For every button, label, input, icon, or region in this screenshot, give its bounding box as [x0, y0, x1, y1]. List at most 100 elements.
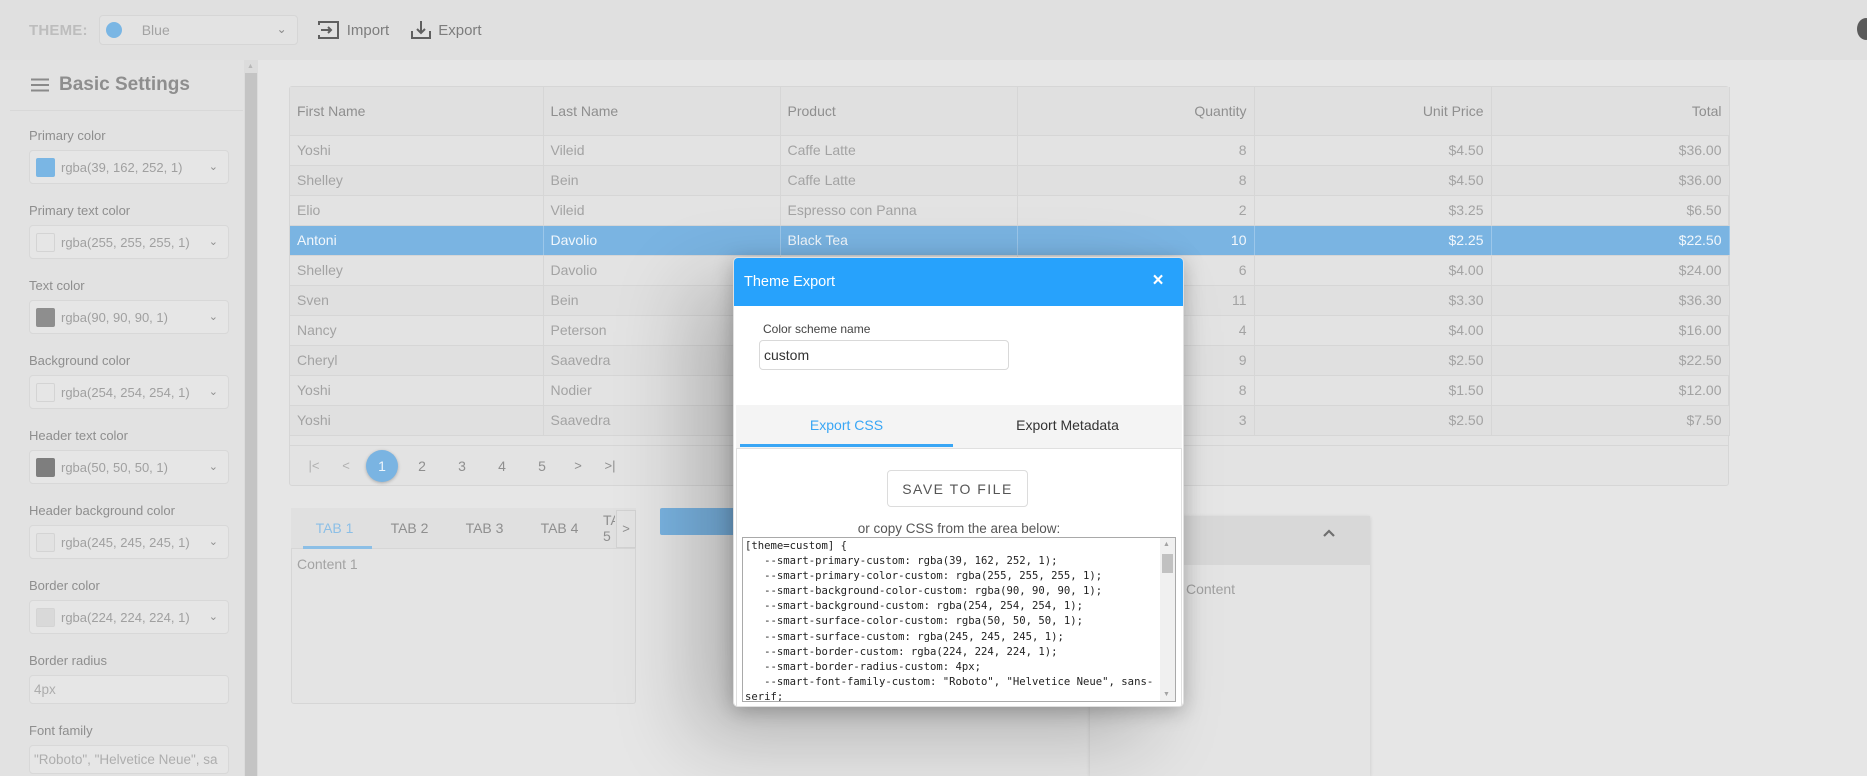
- column-header-first-name[interactable]: First Name: [290, 87, 544, 136]
- cell-first-name[interactable]: Nancy: [290, 315, 544, 346]
- cell-quantity[interactable]: 8: [1017, 135, 1255, 166]
- cell-total[interactable]: $36.00: [1491, 165, 1730, 196]
- cell-first-name[interactable]: Elio: [290, 195, 544, 226]
- cell-total[interactable]: $12.00: [1491, 375, 1730, 406]
- cell-quantity[interactable]: 8: [1017, 165, 1255, 196]
- color-value: rgba(254, 254, 254, 1): [61, 384, 190, 400]
- font-family-input[interactable]: "Roboto", "Helvetice Neue", sa: [29, 745, 229, 774]
- cell-quantity[interactable]: 2: [1017, 195, 1255, 226]
- tab-3[interactable]: TAB 3: [447, 508, 522, 548]
- cell-unit-price[interactable]: $2.50: [1254, 345, 1492, 376]
- page-button-4[interactable]: 4: [482, 458, 522, 474]
- cell-total[interactable]: $6.50: [1491, 195, 1730, 226]
- cell-product[interactable]: Espresso con Panna: [780, 195, 1018, 226]
- scroll-up-arrow-icon[interactable]: ▲: [247, 63, 254, 70]
- color-picker-dropdown[interactable]: rgba(255, 255, 255, 1) ⌄: [29, 225, 229, 259]
- cell-unit-price[interactable]: $4.00: [1254, 315, 1492, 346]
- cell-total[interactable]: $36.00: [1491, 135, 1730, 166]
- color-picker-dropdown[interactable]: rgba(224, 224, 224, 1) ⌄: [29, 600, 229, 634]
- next-page-button[interactable]: >: [562, 458, 594, 473]
- close-icon[interactable]: ×: [1149, 271, 1167, 290]
- color-picker-dropdown[interactable]: rgba(39, 162, 252, 1) ⌄: [29, 150, 229, 184]
- tab-export-css[interactable]: Export CSS: [740, 405, 953, 448]
- cell-first-name[interactable]: Shelley: [290, 165, 544, 196]
- css-textarea[interactable]: [theme=custom] { --smart-primary-custom:…: [742, 537, 1176, 702]
- prev-page-button[interactable]: <: [330, 458, 362, 473]
- import-button[interactable]: Import: [317, 21, 389, 39]
- column-header-total[interactable]: Total: [1491, 87, 1730, 136]
- tab-scroll-right-button[interactable]: >: [616, 510, 636, 548]
- cell-total[interactable]: $24.00: [1491, 255, 1730, 286]
- expander-content-text: Content: [1186, 581, 1236, 597]
- hamburger-menu-icon[interactable]: [31, 78, 49, 92]
- cell-quantity[interactable]: 10: [1017, 225, 1255, 256]
- table-row[interactable]: Shelley Bein Caffe Latte 8 $4.50 $36.00: [290, 165, 1730, 196]
- cell-product[interactable]: Caffe Latte: [780, 165, 1018, 196]
- table-row[interactable]: Antoni Davolio Black Tea 10 $2.25 $22.50: [290, 225, 1730, 256]
- cell-unit-price[interactable]: $3.25: [1254, 195, 1492, 226]
- scrollbar-thumb[interactable]: [1162, 554, 1173, 573]
- field-label: Text color: [29, 278, 85, 293]
- cell-total[interactable]: $36.30: [1491, 285, 1730, 316]
- color-scheme-name-input[interactable]: [759, 340, 1009, 370]
- last-page-button[interactable]: >|: [594, 458, 626, 473]
- page-button-1[interactable]: 1: [366, 449, 398, 482]
- export-button[interactable]: Export: [411, 20, 482, 40]
- cell-unit-price[interactable]: $4.00: [1254, 255, 1492, 286]
- color-picker-dropdown[interactable]: rgba(90, 90, 90, 1) ⌄: [29, 300, 229, 334]
- table-row[interactable]: Elio Vileid Espresso con Panna 2 $3.25 $6.50: [290, 195, 1730, 226]
- cell-unit-price[interactable]: $4.50: [1254, 135, 1492, 166]
- cell-first-name[interactable]: Cheryl: [290, 345, 544, 376]
- color-picker-dropdown[interactable]: rgba(254, 254, 254, 1) ⌄: [29, 375, 229, 409]
- cell-first-name[interactable]: Yoshi: [290, 375, 544, 406]
- tab-export-metadata[interactable]: Export Metadata: [961, 405, 1174, 448]
- cell-product[interactable]: Caffe Latte: [780, 135, 1018, 166]
- column-header-quantity[interactable]: Quantity: [1017, 87, 1255, 136]
- color-value: rgba(50, 50, 50, 1): [61, 459, 168, 475]
- cell-last-name[interactable]: Vileid: [543, 195, 781, 226]
- tab-4[interactable]: TAB 4: [522, 508, 597, 548]
- tab-5[interactable]: TAB 5: [603, 512, 615, 544]
- page-button-2[interactable]: 2: [402, 458, 442, 474]
- color-picker-dropdown[interactable]: rgba(50, 50, 50, 1) ⌄: [29, 450, 229, 484]
- theme-dropdown[interactable]: Blue ⌄: [98, 15, 298, 45]
- cell-last-name[interactable]: Bein: [543, 165, 781, 196]
- cell-unit-price[interactable]: $2.50: [1254, 405, 1492, 436]
- cell-last-name[interactable]: Davolio: [543, 225, 781, 256]
- cell-first-name[interactable]: Shelley: [290, 255, 544, 286]
- page-button-3[interactable]: 3: [442, 458, 482, 474]
- cell-total[interactable]: $22.50: [1491, 345, 1730, 376]
- column-header-unit-price[interactable]: Unit Price: [1254, 87, 1492, 136]
- cell-last-name[interactable]: Vileid: [543, 135, 781, 166]
- cell-unit-price[interactable]: $1.50: [1254, 375, 1492, 406]
- cell-first-name[interactable]: Yoshi: [290, 135, 544, 166]
- border-radius-input[interactable]: 4px: [29, 675, 229, 704]
- save-to-file-button[interactable]: SAVE TO FILE: [887, 470, 1028, 507]
- css-scrollbar[interactable]: ▲ ▼: [1160, 538, 1175, 701]
- scroll-down-arrow-icon[interactable]: ▼: [1163, 691, 1170, 698]
- cell-first-name[interactable]: Yoshi: [290, 405, 544, 436]
- scrollbar-thumb[interactable]: [245, 73, 257, 776]
- sidebar-scrollbar[interactable]: ▲: [244, 60, 258, 776]
- column-header-last-name[interactable]: Last Name: [543, 87, 781, 136]
- css-code[interactable]: [theme=custom] { --smart-primary-custom:…: [745, 539, 1157, 701]
- column-header-product[interactable]: Product: [780, 87, 1018, 136]
- scroll-up-arrow-icon[interactable]: ▲: [1163, 541, 1170, 548]
- cell-first-name[interactable]: Antoni: [290, 225, 544, 256]
- cell-unit-price[interactable]: $4.50: [1254, 165, 1492, 196]
- first-page-button[interactable]: |<: [298, 458, 330, 473]
- page-button-5[interactable]: 5: [522, 458, 562, 474]
- cell-total[interactable]: $16.00: [1491, 315, 1730, 346]
- color-picker-dropdown[interactable]: rgba(245, 245, 245, 1) ⌄: [29, 525, 229, 559]
- tab-1[interactable]: TAB 1: [297, 508, 372, 549]
- cell-first-name[interactable]: Sven: [290, 285, 544, 316]
- tab-2[interactable]: TAB 2: [372, 508, 447, 548]
- user-avatar[interactable]: [1857, 18, 1867, 40]
- cell-unit-price[interactable]: $2.25: [1254, 225, 1492, 256]
- table-row[interactable]: Yoshi Vileid Caffe Latte 8 $4.50 $36.00: [290, 135, 1730, 166]
- cell-total[interactable]: $7.50: [1491, 405, 1730, 436]
- cell-product[interactable]: Black Tea: [780, 225, 1018, 256]
- cell-unit-price[interactable]: $3.30: [1254, 285, 1492, 316]
- cell-total[interactable]: $22.50: [1491, 225, 1730, 256]
- primary-button[interactable]: [660, 508, 740, 535]
